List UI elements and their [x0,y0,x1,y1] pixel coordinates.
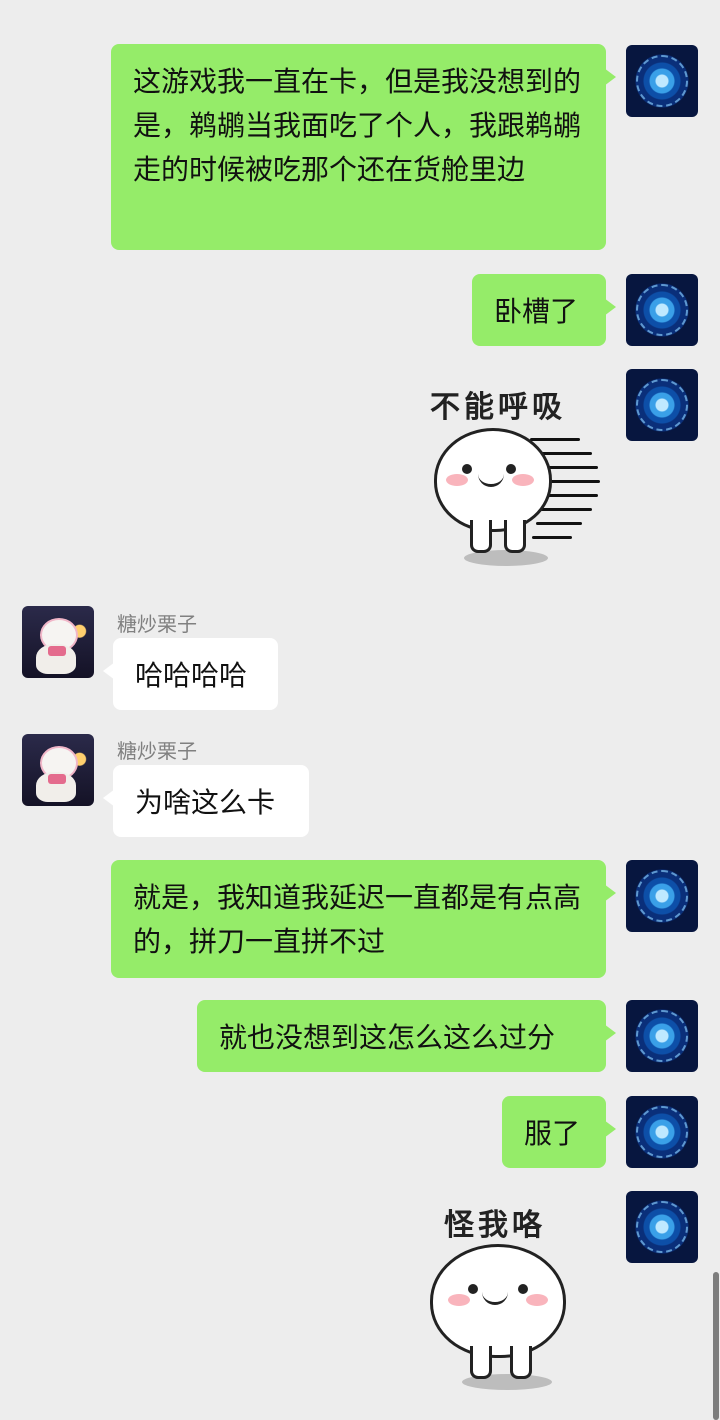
message-bubble[interactable]: 为啥这么卡 [103,765,309,837]
my-avatar[interactable] [626,1096,698,1168]
sticker-eye [506,464,516,474]
sender-name: 糖炒栗子 [117,739,197,763]
sticker-cheek [512,474,534,486]
sticker-eye [518,1284,528,1294]
contact-avatar[interactable] [22,606,94,678]
sticker-eye [462,464,472,474]
sticker-leg [470,1346,492,1379]
sticker-cheek [448,1294,470,1306]
speed-line [540,508,592,511]
my-avatar[interactable] [626,274,698,346]
message-bubble[interactable]: 就是，我知道我延迟一直都是有点高的，拼刀一直拼不过 [111,860,616,978]
contact-avatar[interactable] [22,734,94,806]
my-avatar[interactable] [626,1000,698,1072]
sticker-caption: 不能呼吸 [430,390,566,425]
message-bubble[interactable]: 就也没想到这怎么这么过分 [197,1000,616,1072]
sticker-leg [470,520,492,553]
speed-line [530,438,580,441]
message-bubble[interactable]: 哈哈哈哈 [103,638,278,710]
my-avatar[interactable] [626,45,698,117]
speed-line [536,522,582,525]
sticker-blame-me[interactable]: 怪我咯 [420,1196,600,1396]
sticker-leg [504,520,526,553]
sticker-caption: 怪我咯 [444,1208,546,1243]
message-bubble[interactable]: 卧槽了 [472,274,616,346]
speed-line [532,536,572,539]
sticker-cheek [526,1294,548,1306]
sticker-cant-breathe[interactable]: 不能呼吸 [420,372,610,572]
sticker-eye [468,1284,478,1294]
sticker-leg [510,1346,532,1379]
message-bubble[interactable]: 服了 [502,1096,616,1168]
sender-name: 糖炒栗子 [117,612,197,636]
speed-line [542,494,598,497]
message-bubble[interactable]: 这游戏我一直在卡，但是我没想到的是，鹈鹕当我面吃了个人，我跟鹈鹕走的时候被吃那个… [111,44,616,250]
sticker-cheek [446,474,468,486]
my-avatar[interactable] [626,369,698,441]
my-avatar[interactable] [626,1191,698,1263]
scrollbar-thumb[interactable] [713,1272,719,1420]
my-avatar[interactable] [626,860,698,932]
